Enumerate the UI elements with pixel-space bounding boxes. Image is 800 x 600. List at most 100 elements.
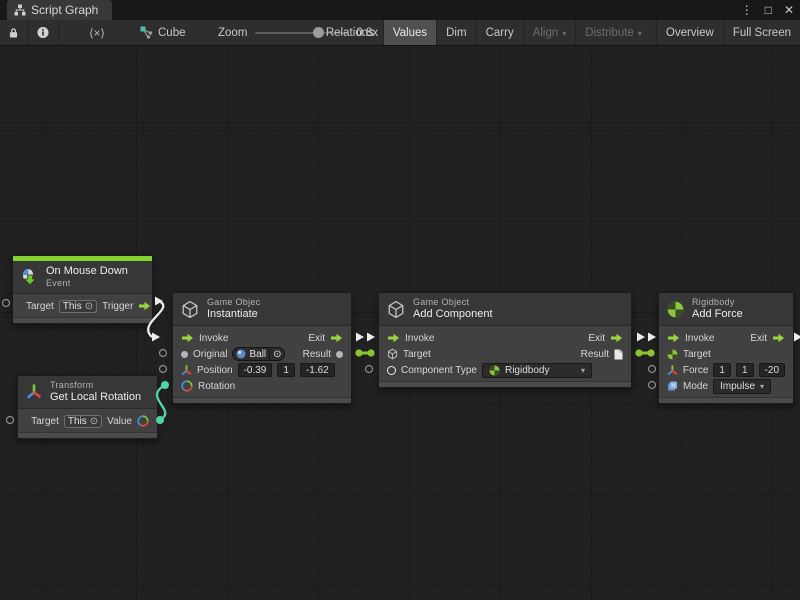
object-picker-icon[interactable]: ⊙ bbox=[269, 349, 281, 360]
node-get-local-rotation[interactable]: Transform Get Local Rotation Target This… bbox=[17, 375, 158, 439]
component-type-port[interactable] bbox=[387, 366, 396, 375]
lock-button[interactable] bbox=[0, 20, 27, 45]
chevron-down-icon: ▾ bbox=[760, 383, 764, 391]
window-menu-icon[interactable]: ⋮ bbox=[741, 3, 753, 17]
graph-icon bbox=[14, 4, 26, 16]
port-label-exit: Exit bbox=[750, 333, 767, 344]
exec-input-port[interactable] bbox=[387, 333, 400, 343]
node-category: Game Objec bbox=[207, 297, 261, 308]
align-button[interactable]: Align▾ bbox=[523, 20, 576, 45]
port-label-result: Result bbox=[303, 349, 331, 360]
node-category: Rigidbody bbox=[692, 297, 743, 308]
zoom-label: Zoom bbox=[218, 27, 247, 39]
component-type-dropdown[interactable]: Rigidbody ▾ bbox=[482, 363, 592, 378]
code-icon: ⟨×⟩ bbox=[89, 26, 105, 40]
force-z-field[interactable]: -20 bbox=[759, 363, 785, 377]
value-wire-end bbox=[161, 381, 169, 389]
target-this-chip[interactable]: This ⊙ bbox=[64, 415, 102, 428]
port-ring[interactable] bbox=[649, 366, 656, 373]
rigidbody-icon bbox=[489, 365, 500, 376]
graph-breadcrumb[interactable]: Cube bbox=[140, 20, 186, 45]
exec-wire-arrow bbox=[155, 297, 163, 306]
exec-output-port[interactable] bbox=[138, 301, 151, 311]
exec-wire-arrow bbox=[794, 333, 800, 342]
exec-wire-arrow[interactable] bbox=[637, 333, 645, 342]
mouse-down-icon bbox=[21, 268, 38, 286]
relations-button[interactable]: Relations bbox=[317, 20, 383, 45]
carry-button[interactable]: Carry bbox=[476, 20, 523, 45]
node-category: Transform bbox=[50, 380, 141, 391]
mode-dropdown[interactable]: Impulse ▾ bbox=[713, 379, 771, 394]
exec-input-port[interactable] bbox=[667, 333, 680, 343]
game-object-icon bbox=[181, 300, 199, 319]
port-label-target: Target bbox=[26, 301, 54, 312]
dim-button[interactable]: Dim bbox=[436, 20, 475, 45]
value-output-port[interactable] bbox=[336, 351, 343, 358]
port-ring[interactable] bbox=[7, 417, 14, 424]
port-label-mode: Mode bbox=[683, 381, 708, 392]
node-add-force[interactable]: Rigidbody Add Force Invoke Exit bbox=[658, 292, 794, 404]
node-instantiate[interactable]: Game Objec Instantiate Invoke Exit Or bbox=[172, 292, 352, 404]
object-picker-icon[interactable]: ⊙ bbox=[85, 301, 93, 312]
tab-title: Script Graph bbox=[31, 3, 98, 17]
port-label-invoke: Invoke bbox=[405, 333, 434, 344]
port-label-position: Position bbox=[197, 365, 233, 376]
port-label-trigger: Trigger bbox=[102, 301, 133, 312]
exec-input-port[interactable] bbox=[181, 333, 194, 343]
port-ring[interactable] bbox=[649, 382, 656, 389]
vector3-icon bbox=[181, 365, 192, 376]
rotation-icon bbox=[137, 415, 149, 427]
script-graph-icon bbox=[140, 26, 153, 39]
distribute-button[interactable]: Distribute▾ bbox=[575, 20, 651, 45]
object-wire-end bbox=[367, 349, 374, 356]
value-input-port[interactable] bbox=[181, 351, 188, 358]
exec-wire-arrow bbox=[152, 333, 160, 342]
node-add-component[interactable]: Game Object Add Component Invoke Exit bbox=[378, 292, 632, 388]
position-y-field[interactable]: 1 bbox=[277, 363, 295, 377]
exec-output-port[interactable] bbox=[330, 333, 343, 343]
force-y-field[interactable]: 1 bbox=[736, 363, 754, 377]
graph-canvas[interactable]: On Mouse Down Event Target This ⊙ Trigge… bbox=[0, 46, 800, 600]
exec-output-port[interactable] bbox=[610, 333, 623, 343]
exec-wire-arrow[interactable] bbox=[356, 333, 364, 342]
variables-button[interactable]: ⟨×⟩ bbox=[58, 20, 135, 45]
node-on-mouse-down[interactable]: On Mouse Down Event Target This ⊙ Trigge… bbox=[12, 255, 153, 324]
port-label-result: Result bbox=[581, 349, 609, 360]
port-label-force: Force bbox=[683, 365, 709, 376]
exec-output-port[interactable] bbox=[772, 333, 785, 343]
enum-icon bbox=[667, 381, 678, 392]
target-this-chip[interactable]: This ⊙ bbox=[59, 300, 97, 313]
chevron-down-icon: ▾ bbox=[581, 367, 585, 375]
node-title: Instantiate bbox=[207, 308, 261, 321]
object-picker-icon[interactable]: ⊙ bbox=[90, 416, 98, 427]
port-ring[interactable] bbox=[3, 300, 10, 307]
exec-wire-arrow[interactable] bbox=[367, 333, 375, 342]
port-label-invoke: Invoke bbox=[685, 333, 714, 344]
graph-name: Cube bbox=[158, 27, 186, 39]
port-ring[interactable] bbox=[160, 366, 167, 373]
close-icon[interactable]: ✕ bbox=[784, 3, 794, 17]
original-object-field[interactable]: Ball ⊙ bbox=[232, 347, 284, 361]
transform-icon bbox=[26, 384, 42, 400]
full-screen-button[interactable]: Full Screen bbox=[723, 20, 800, 45]
values-button[interactable]: Values bbox=[383, 20, 436, 45]
overview-button[interactable]: Overview bbox=[656, 20, 723, 45]
lock-icon bbox=[9, 27, 18, 39]
port-ring[interactable] bbox=[366, 366, 373, 373]
value-wire[interactable] bbox=[157, 385, 165, 420]
position-z-field[interactable]: -1.62 bbox=[300, 363, 335, 377]
info-button[interactable] bbox=[27, 20, 58, 45]
rigidbody-icon bbox=[667, 301, 684, 318]
object-wire-end bbox=[635, 349, 642, 356]
node-subtitle: Event bbox=[46, 278, 128, 289]
port-label-exit: Exit bbox=[588, 333, 605, 344]
node-title: On Mouse Down bbox=[46, 265, 128, 278]
maximize-icon[interactable]: □ bbox=[765, 3, 772, 17]
exec-wire-arrow[interactable] bbox=[648, 333, 656, 342]
force-x-field[interactable]: 1 bbox=[713, 363, 731, 377]
port-label-target: Target bbox=[31, 416, 59, 427]
tab-script-graph[interactable]: Script Graph bbox=[7, 0, 112, 20]
port-ring[interactable] bbox=[160, 350, 167, 357]
port-label-rotation: Rotation bbox=[198, 381, 235, 392]
position-x-field[interactable]: -0.39 bbox=[238, 363, 273, 377]
